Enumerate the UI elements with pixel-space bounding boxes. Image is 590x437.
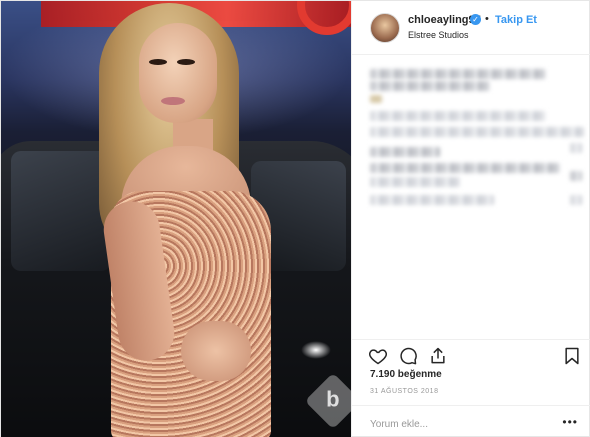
- subject-eye-left: [149, 59, 167, 65]
- follow-button[interactable]: Takip Et: [495, 14, 537, 26]
- comment-input[interactable]: Yorum ekle...: [370, 419, 428, 430]
- action-bar: [352, 339, 590, 369]
- bookmark-icon[interactable]: [562, 346, 582, 366]
- location-link[interactable]: Elstree Studios: [408, 30, 469, 40]
- post-date[interactable]: 31 AĞUSTOS 2018: [370, 388, 438, 395]
- watermark-letter: b: [326, 386, 340, 412]
- subject-hand: [181, 321, 251, 381]
- post-sidebar: chloeayling97 ✓ • Takip Et Elstree Studi…: [351, 1, 590, 437]
- post-header: chloeayling97 ✓ • Takip Et Elstree Studi…: [352, 1, 590, 55]
- blurred-text-line: [370, 81, 490, 91]
- post-photo[interactable]: b: [1, 1, 351, 437]
- blurred-text-line: [370, 69, 546, 79]
- instagram-post: b chloeayling97 ✓ • Takip Et Elstree Stu…: [0, 0, 590, 437]
- subject-face: [139, 23, 217, 123]
- blurred-icon: [570, 171, 582, 181]
- blurred-text-line: [370, 127, 584, 137]
- blurred-emoji: [370, 95, 382, 103]
- blurred-text-line: [370, 163, 560, 173]
- separator-dot: •: [485, 13, 489, 25]
- blurred-icon: [570, 143, 582, 153]
- blurred-text-line: [370, 111, 546, 121]
- blurred-text-line: [370, 195, 494, 205]
- comment-bubble-icon[interactable]: [398, 346, 418, 366]
- like-count[interactable]: 7.190 beğenme: [370, 369, 442, 380]
- add-comment-bar: Yorum ekle... •••: [352, 405, 590, 437]
- blurred-text-line: [370, 147, 440, 157]
- blurred-icon: [570, 195, 582, 205]
- share-icon[interactable]: [428, 346, 448, 366]
- subject-lips: [161, 97, 185, 105]
- car-window-left: [11, 151, 111, 271]
- blurred-text-line: [370, 177, 460, 187]
- verified-badge-icon: ✓: [470, 14, 481, 25]
- avatar[interactable]: [370, 13, 400, 43]
- comments-area-blurred: [352, 55, 590, 339]
- heart-icon[interactable]: [368, 346, 388, 366]
- subject-eye-right: [177, 59, 195, 65]
- car-headlight: [301, 341, 331, 359]
- more-options-icon[interactable]: •••: [562, 415, 578, 429]
